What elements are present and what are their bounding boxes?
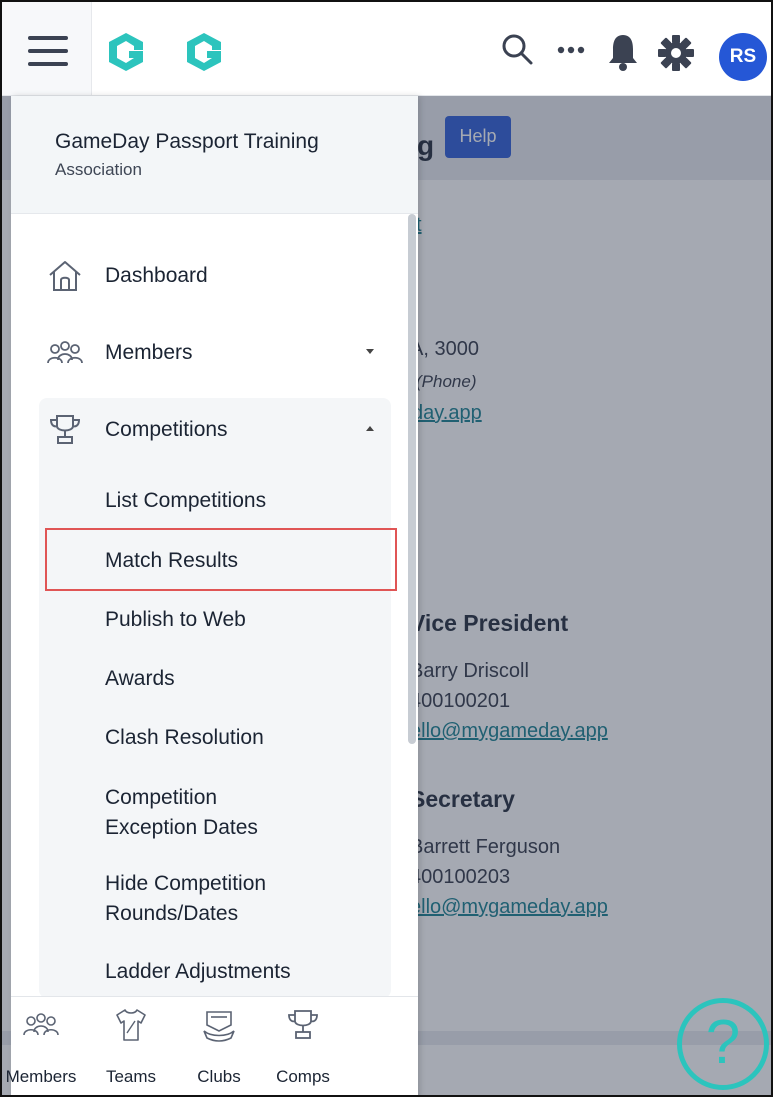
submenu-label-line2: Rounds/Dates bbox=[105, 902, 239, 925]
top-bar: RS bbox=[2, 2, 771, 96]
trophy-icon bbox=[288, 1010, 318, 1039]
submenu-ladder-adjustments[interactable]: Ladder Adjustments bbox=[105, 957, 291, 987]
submenu-label-line1: Hide Competition bbox=[105, 872, 267, 895]
tab-label-comps: Comps bbox=[276, 1067, 330, 1086]
nav-label-dashboard: Dashboard bbox=[105, 264, 208, 287]
tab-label-clubs: Clubs bbox=[197, 1067, 241, 1086]
more-icon[interactable] bbox=[556, 40, 586, 60]
search-icon[interactable] bbox=[500, 32, 534, 66]
submenu-label-line1: Competition bbox=[105, 786, 218, 809]
trophy-icon bbox=[49, 415, 81, 444]
nav-label-competitions: Competitions bbox=[105, 418, 228, 441]
submenu-competition-exception-dates[interactable]: Competition Exception Dates bbox=[105, 783, 258, 843]
drawer-scrollbar[interactable] bbox=[408, 214, 416, 744]
nav-item-competitions[interactable]: Competitions bbox=[39, 398, 389, 462]
user-avatar[interactable]: RS bbox=[719, 33, 767, 81]
tab-clubs[interactable]: Clubs bbox=[179, 997, 259, 1095]
members-icon bbox=[47, 341, 83, 364]
shield-icon bbox=[203, 1011, 235, 1042]
members-icon bbox=[23, 1013, 59, 1036]
organisation-header[interactable]: GameDay Passport Training Association bbox=[11, 96, 418, 214]
nav-item-dashboard[interactable]: Dashboard bbox=[39, 244, 389, 308]
gameday-logo-icon[interactable] bbox=[104, 30, 148, 74]
gear-icon[interactable] bbox=[657, 34, 695, 72]
submenu-clash-resolution[interactable]: Clash Resolution bbox=[105, 723, 264, 753]
submenu-awards[interactable]: Awards bbox=[105, 664, 175, 694]
tab-label-members: Members bbox=[5, 1067, 77, 1086]
home-icon bbox=[49, 261, 81, 291]
bell-icon[interactable] bbox=[606, 32, 640, 72]
app-window: g Help t A, 3000 (Phone) day.app Vice Pr… bbox=[0, 0, 773, 1097]
bottom-tab-bar: Members Teams Clubs Comps bbox=[6, 996, 418, 1095]
submenu-publish-to-web[interactable]: Publish to Web bbox=[105, 605, 246, 635]
chevron-down-icon bbox=[366, 349, 374, 354]
organisation-type: Association bbox=[55, 160, 142, 179]
nav-label-members: Members bbox=[105, 341, 193, 364]
chevron-up-icon bbox=[366, 426, 374, 431]
submenu-list-competitions[interactable]: List Competitions bbox=[105, 486, 266, 516]
organisation-name: GameDay Passport Training bbox=[55, 130, 319, 153]
submenu-hide-competition-rounds[interactable]: Hide Competition Rounds/Dates bbox=[105, 869, 266, 929]
highlight-annotation-box bbox=[45, 528, 397, 591]
tab-teams[interactable]: Teams bbox=[91, 997, 171, 1095]
menu-toggle[interactable] bbox=[2, 2, 92, 95]
tab-label-teams: Teams bbox=[105, 1067, 157, 1086]
tab-members[interactable]: Members bbox=[2, 997, 81, 1095]
jersey-icon bbox=[116, 1009, 146, 1041]
help-fab-button[interactable]: ? bbox=[677, 998, 769, 1090]
tab-comps[interactable]: Comps bbox=[263, 997, 343, 1095]
submenu-label-line2: Exception Dates bbox=[105, 816, 258, 839]
gameday-logo-icon-2[interactable] bbox=[182, 30, 226, 74]
side-drawer: GameDay Passport Training Association Da… bbox=[6, 96, 418, 1095]
nav-item-members[interactable]: Members bbox=[39, 321, 389, 385]
hamburger-icon[interactable] bbox=[28, 36, 68, 66]
